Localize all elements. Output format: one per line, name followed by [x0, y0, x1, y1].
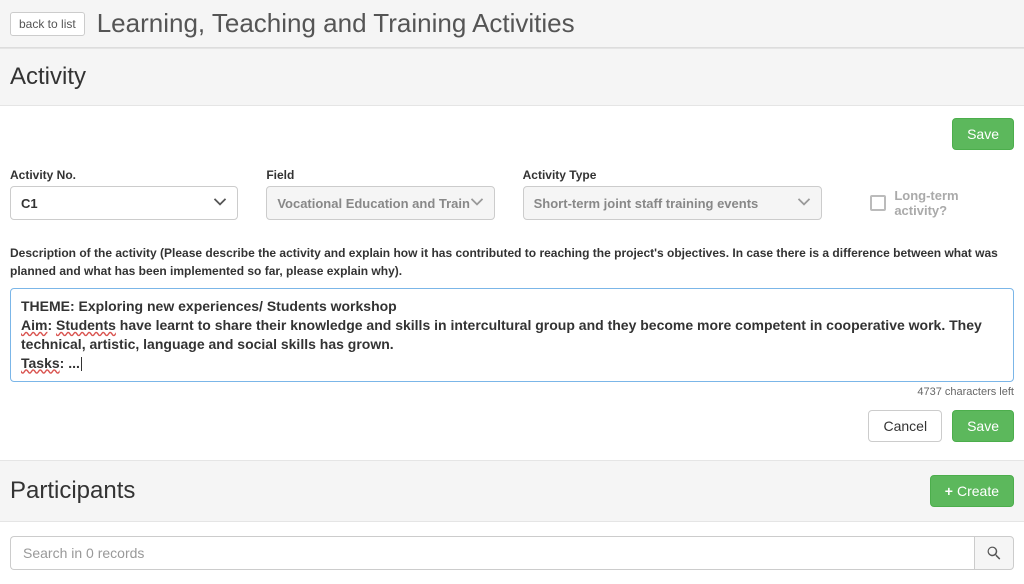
activity-no-label: Activity No. — [10, 168, 238, 182]
long-term-field: Long-term activity? — [870, 186, 1014, 220]
desc-aim-students: Students — [56, 317, 116, 333]
description-textarea[interactable]: THEME: Exploring new experiences/ Studen… — [10, 288, 1014, 382]
long-term-label: Long-term activity? — [894, 188, 1014, 218]
long-term-checkbox[interactable] — [870, 195, 886, 211]
desc-aim-sep: : — [47, 317, 56, 333]
chevron-down-icon — [470, 196, 484, 210]
participants-search-input[interactable] — [10, 536, 974, 570]
chevron-down-icon — [797, 196, 811, 210]
description-char-count: 4737 characters left — [10, 386, 1014, 398]
participants-section-title: Participants — [10, 477, 135, 505]
desc-tasks-label: Tasks — [21, 355, 60, 371]
activity-no-value: C1 — [21, 196, 38, 211]
chevron-down-icon — [213, 196, 227, 210]
activity-section-header: Activity — [0, 48, 1024, 106]
participants-search-button[interactable] — [974, 536, 1014, 570]
participants-search-row — [0, 522, 1024, 584]
create-label: Create — [957, 483, 999, 499]
back-to-list-button[interactable]: back to list — [10, 12, 85, 36]
field-select: Vocational Education and Train — [266, 186, 494, 220]
header-bar: back to list Learning, Teaching and Trai… — [0, 0, 1024, 48]
cancel-button[interactable]: Cancel — [868, 410, 942, 442]
activity-content: Save Activity No. C1 Field Vocational Ed… — [0, 106, 1024, 460]
save-button-top[interactable]: Save — [952, 118, 1014, 150]
create-participant-button[interactable]: +Create — [930, 475, 1014, 507]
activity-form-row: Activity No. C1 Field Vocational Educati… — [10, 168, 1014, 220]
participants-section-header: Participants +Create — [0, 460, 1024, 522]
desc-theme: THEME: Exploring new experiences/ Studen… — [21, 298, 397, 314]
plus-icon: + — [945, 483, 953, 499]
page-title: Learning, Teaching and Training Activiti… — [97, 8, 575, 39]
desc-tasks-body: : ... — [60, 355, 80, 371]
activity-type-value: Short-term joint staff training events — [534, 196, 759, 211]
activity-type-select: Short-term joint staff training events — [523, 186, 823, 220]
field-value: Vocational Education and Train — [277, 196, 470, 211]
search-icon — [987, 546, 1001, 560]
desc-aim-body: have learnt to share their knowledge and… — [21, 317, 982, 352]
text-cursor — [81, 357, 82, 371]
description-label: Description of the activity (Please desc… — [10, 244, 1014, 280]
desc-aim-label: Aim — [21, 317, 47, 333]
save-button-bottom[interactable]: Save — [952, 410, 1014, 442]
activity-section-title: Activity — [10, 63, 86, 91]
activity-no-select[interactable]: C1 — [10, 186, 238, 220]
field-label: Field — [266, 168, 494, 182]
activity-type-label: Activity Type — [523, 168, 823, 182]
